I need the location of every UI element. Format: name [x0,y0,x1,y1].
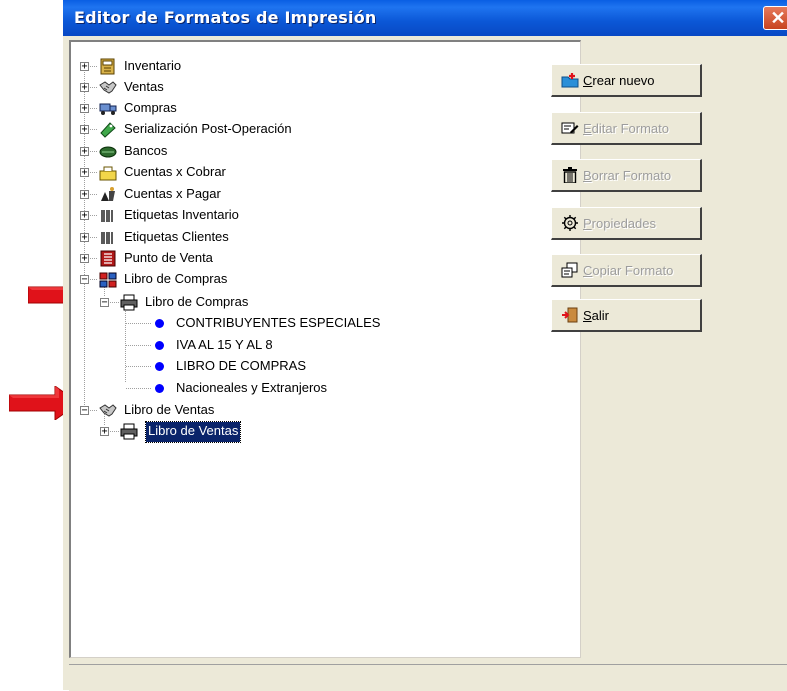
tree-expander[interactable]: − [80,275,89,285]
tree-line [126,366,151,367]
gear-icon [562,215,578,231]
tree-expander[interactable]: + [80,62,89,72]
editar-formato-button[interactable]: Editar Formato [551,112,702,145]
tree-line [108,431,119,432]
new-folder-icon [561,73,579,88]
tree-expander[interactable]: + [80,125,89,135]
tree-line [88,258,97,259]
format-bullet-icon [155,384,164,393]
tree-expander[interactable]: + [80,83,89,93]
tree-node-compras[interactable]: Compras [124,99,177,119]
tree-node-cuentas-x-pagar[interactable]: Cuentas x Pagar [124,185,221,205]
format-item[interactable]: LIBRO DE COMPRAS [176,357,306,377]
format-bullet-icon [155,362,164,371]
borrar-label: orrar Formato [591,168,672,183]
format-bullet-icon [155,341,164,350]
tree-node-inventario[interactable]: Inventario [124,57,181,77]
format-item[interactable]: CONTRIBUYENTES ESPECIALES [176,314,380,334]
tree-line [88,172,97,173]
payment-icon [101,187,115,201]
truck-icon [99,103,117,115]
title-bar[interactable]: Editor de Formatos de Impresión ✕ [63,0,787,36]
tree-expander[interactable]: + [80,190,89,200]
tree-node-bancos[interactable]: Bancos [124,142,167,162]
tree-line [88,194,97,195]
tree-node-etiquetas-inventario[interactable]: Etiquetas Inventario [124,206,239,226]
trash-icon [563,167,577,183]
format-item[interactable]: Nacioneales y Extranjeros [176,379,327,399]
tree-expander[interactable]: + [80,254,89,264]
tree-node-punto-de-venta[interactable]: Punto de Venta [124,249,213,269]
tree-node-serializaci-n-post-operaci-n[interactable]: Serialización Post-Operación [124,120,292,140]
tree-node-cuentas-x-cobrar[interactable]: Cuentas x Cobrar [124,163,226,183]
tree-line [88,151,97,152]
tree-node-libro-de-ventas-printer-selected[interactable]: Libro de Ventas [144,421,242,443]
salir-label: alir [591,308,610,323]
tag-icon [100,122,116,138]
tree-line [126,323,151,324]
tree-line [88,87,97,88]
barcode-icon [101,210,113,222]
tree-node-ventas[interactable]: Ventas [124,78,164,98]
crear-mnemonic: C [583,73,593,88]
printer-icon [120,423,138,440]
crear-label: rear nuevo [592,73,655,88]
propiedades-button[interactable]: Propiedades [551,207,702,240]
handshake-icon [99,404,117,417]
printer-icon [120,294,138,311]
tree-line [88,279,97,280]
salir-button[interactable]: Salir [551,299,702,332]
copy-icon [561,262,578,278]
tree-line [88,108,97,109]
salir-mnemonic: S [583,308,592,323]
propiedades-mnemonic: P [583,216,592,231]
borrar-formato-button[interactable]: Borrar Formato [551,159,702,192]
window-title: Editor de Formatos de Impresión [74,8,377,27]
copiar-formato-button[interactable]: Copiar Formato [551,254,702,287]
format-item[interactable]: IVA AL 15 Y AL 8 [176,336,273,356]
money-icon [99,146,117,158]
tree-expander[interactable]: + [80,168,89,178]
format-bullet-icon [155,319,164,328]
tree-expander[interactable]: + [80,233,89,243]
tree-expander[interactable]: + [80,104,89,114]
tree-node-libro-de-ventas[interactable]: Libro de Ventas [124,401,214,421]
tree-node-etiquetas-clientes[interactable]: Etiquetas Clientes [124,228,229,248]
tree-line [108,302,119,303]
tree-expander[interactable]: + [80,211,89,221]
tree-node-libro-de-compras[interactable]: Libro de Compras [124,270,227,290]
copiar-mnemonic: C [583,263,593,278]
propiedades-label: ropiedades [591,216,656,231]
tree-line [126,388,151,389]
borrar-mnemonic: B [583,168,592,183]
editar-mnemonic: E [583,121,592,136]
tree-line [88,215,97,216]
tree-expander[interactable]: + [80,147,89,157]
exit-door-icon [562,307,578,323]
barcode-icon [101,232,113,244]
cash-register-icon [99,166,117,181]
editar-label: ditar Formato [591,121,669,136]
tree-node-libro-de-compras-printer[interactable]: Libro de Compras [145,293,248,313]
ledger-icon [99,272,117,288]
handshake-icon [99,81,117,94]
status-bar [69,664,787,691]
tree-line [125,305,126,382]
tree-line [88,410,97,411]
close-button[interactable]: ✕ [763,6,787,30]
tree-expander[interactable]: − [80,406,89,416]
close-icon: ✕ [770,8,786,28]
tree-line [88,237,97,238]
tree-line [126,345,151,346]
edit-icon [561,122,579,134]
tree-line [88,66,97,67]
tree-expander[interactable]: − [100,298,109,308]
copiar-label: opiar Formato [592,263,674,278]
crear-nuevo-button[interactable]: Crear nuevo [551,64,702,97]
pos-icon [100,250,116,267]
tree-expander[interactable]: + [100,427,109,437]
tree-line [88,129,97,130]
inventory-icon [100,58,115,75]
